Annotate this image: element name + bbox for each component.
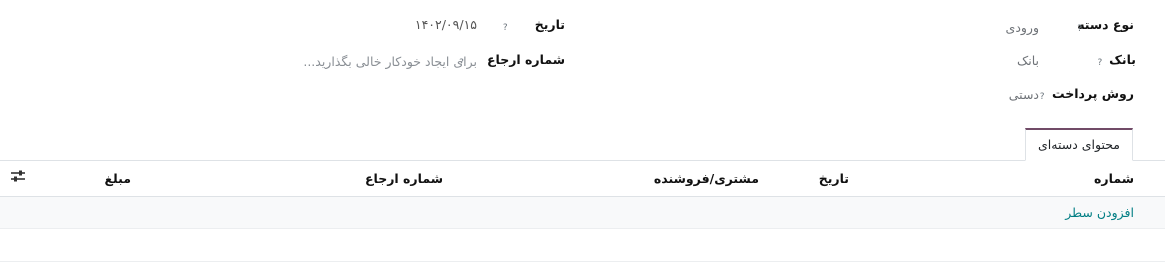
table-row	[0, 229, 1165, 262]
column-number[interactable]: شماره	[1094, 171, 1134, 186]
batch-type-label: نوع دسته	[1077, 17, 1134, 32]
table-header: شماره تاریخ مشتری/فروشنده شماره ارجاع مب…	[0, 162, 1165, 197]
column-amount[interactable]: مبلغ	[105, 171, 131, 186]
bank-label: بانک	[1109, 52, 1136, 67]
tabs-divider	[0, 160, 1165, 161]
bank-value[interactable]: بانک	[1017, 53, 1039, 68]
add-line-button[interactable]: افزودن سطر	[1065, 205, 1134, 220]
tab-batch-content[interactable]: محتوای دسته‌ای	[1025, 128, 1133, 161]
table-row-add: افزودن سطر	[0, 197, 1165, 229]
reference-label: شماره ارجاع	[486, 52, 565, 67]
column-partner[interactable]: مشتری/فروشنده	[654, 171, 759, 186]
batch-type-help-icon[interactable]: ?	[1077, 24, 1082, 34]
sliders-icon[interactable]	[11, 170, 25, 182]
payment-method-value[interactable]: دستی	[1009, 87, 1039, 102]
date-label: تاریخ	[534, 17, 565, 32]
reference-input[interactable]: برای ایجاد خودکار خالی بگذارید...	[303, 54, 477, 69]
batch-type-value[interactable]: ورودی	[1006, 20, 1039, 35]
bank-help-icon[interactable]: ?	[1097, 58, 1102, 68]
date-value[interactable]: ۱۴۰۲/۰۹/۱۵	[415, 17, 477, 32]
column-reference[interactable]: شماره ارجاع	[365, 171, 443, 186]
payment-method-help-icon[interactable]: ?	[1040, 92, 1045, 102]
payment-method-label: روش پرداخت	[1052, 86, 1134, 101]
date-help-icon[interactable]: ?	[503, 23, 508, 33]
column-date[interactable]: تاریخ	[819, 171, 849, 186]
